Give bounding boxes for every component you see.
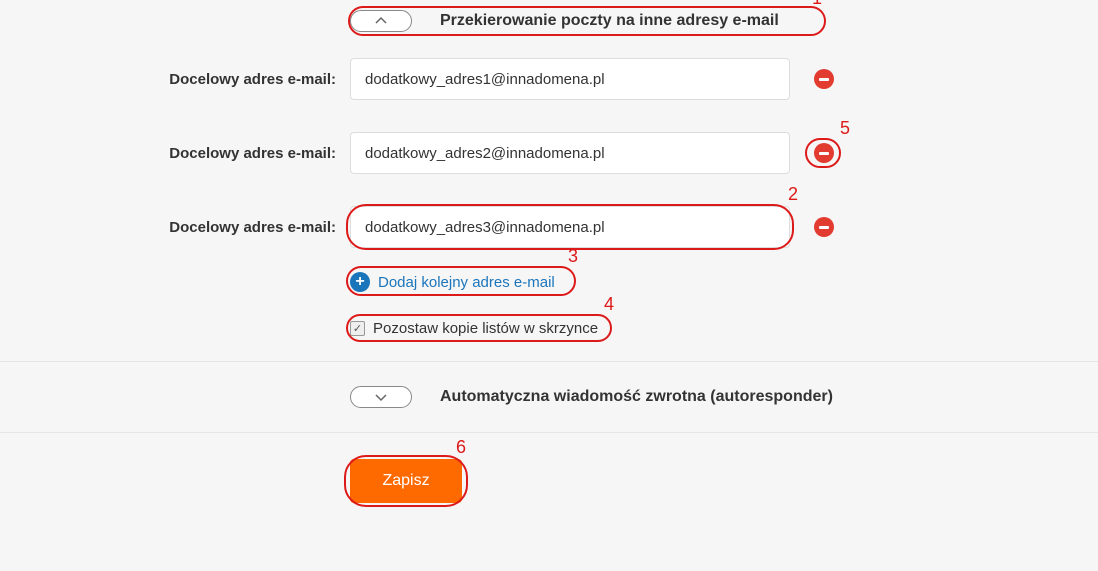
keep-copy-checkbox[interactable]: ✓ — [350, 321, 365, 336]
forward-row-label: Docelowy adres e-mail: — [0, 219, 350, 236]
forward-row-body: 2 — [350, 206, 834, 248]
add-email-label: Dodaj kolejny adres e-mail — [378, 274, 555, 291]
annotation-3-label: 3 — [568, 246, 578, 267]
forward-row-label: Docelowy adres e-mail: — [0, 71, 350, 88]
forward-email-input[interactable] — [350, 206, 790, 248]
forward-row-body: 5 — [350, 132, 834, 174]
forward-email-input[interactable] — [350, 58, 790, 100]
annotation-2-label: 2 — [788, 184, 798, 205]
remove-email-button[interactable] — [814, 69, 834, 89]
forward-row-label: Docelowy adres e-mail: — [0, 145, 350, 162]
annotation-5-label: 5 — [840, 118, 850, 139]
add-email-button[interactable]: + Dodaj kolejny adres e-mail — [350, 272, 555, 292]
annotation-1-label: 1 — [812, 0, 822, 9]
forward-row: Docelowy adres e-mail: 2 — [0, 190, 1098, 264]
form-footer: Zapisz 6 — [0, 433, 1098, 513]
autoresponder-section-title: Automatyczna wiadomość zwrotna (autoresp… — [440, 388, 833, 406]
forward-row-body — [350, 58, 834, 100]
chevron-down-icon — [374, 392, 388, 402]
annotation-4-label: 4 — [604, 294, 614, 315]
chevron-up-icon — [374, 16, 388, 26]
plus-icon: + — [350, 272, 370, 292]
annotation-6-label: 6 — [456, 437, 466, 458]
forward-email-input[interactable] — [350, 132, 790, 174]
remove-email-button[interactable] — [814, 143, 834, 163]
autoresponder-section: Automatyczna wiadomość zwrotna (autoresp… — [0, 362, 1098, 433]
remove-email-button[interactable] — [814, 217, 834, 237]
forwarding-section: Przekierowanie poczty na inne adresy e-m… — [0, 0, 1098, 362]
forward-row: Docelowy adres e-mail: — [0, 42, 1098, 116]
forward-row: Docelowy adres e-mail: 5 — [0, 116, 1098, 190]
forwarding-toggle-collapse[interactable] — [350, 10, 412, 32]
autoresponder-section-header: Automatyczna wiadomość zwrotna (autoresp… — [0, 362, 1098, 432]
keep-copy-row: ✓ Pozostaw kopie listów w skrzynce 4 — [0, 304, 1098, 361]
forwarding-section-title: Przekierowanie poczty na inne adresy e-m… — [440, 12, 779, 30]
keep-copy-label: Pozostaw kopie listów w skrzynce — [373, 320, 598, 337]
add-email-row: + Dodaj kolejny adres e-mail 3 — [0, 264, 1098, 304]
save-button[interactable]: Zapisz — [350, 459, 462, 503]
forwarding-section-header: Przekierowanie poczty na inne adresy e-m… — [0, 0, 1098, 42]
autoresponder-toggle-expand[interactable] — [350, 386, 412, 408]
